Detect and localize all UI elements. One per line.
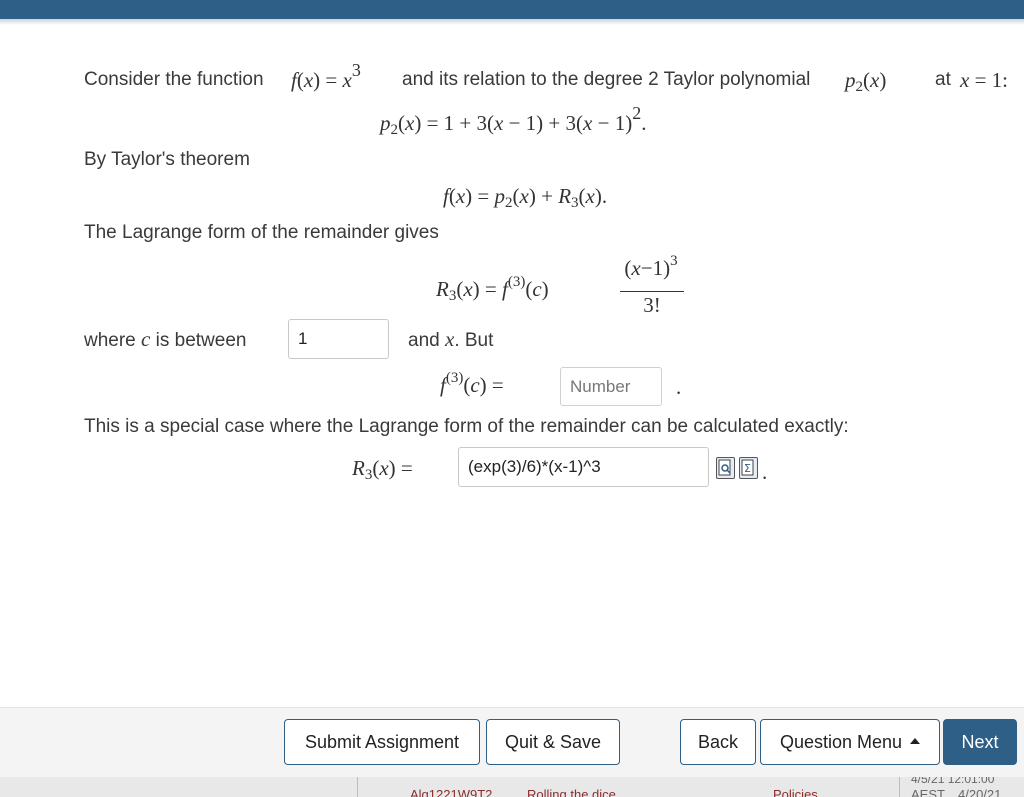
svg-text:Σ: Σ [744,462,751,475]
fraction-denominator: 3! [643,293,661,317]
question-menu-button[interactable]: Question Menu [760,719,940,765]
p2-symbol: p2(x) [845,68,887,95]
between-text: is between [155,330,247,351]
c-symbol: c [141,327,151,351]
background-table-strip: Alg1221W9T2 Rolling the dice Policies 4/… [0,777,1024,797]
p2-equation: p2(x) = 1 + 3(x − 1) + 3(x − 1)2. [380,103,647,138]
strip-item[interactable]: Rolling the dice [527,787,616,797]
special-case-text: This is a special case where the Lagrang… [84,416,849,437]
caret-up-icon [910,738,921,744]
at-point: x = 1: [960,68,1009,92]
submit-assignment-button[interactable]: Submit Assignment [284,719,480,765]
remainder-formula: R3(x) = f(3)(c) [436,274,549,304]
but-text: . But [454,330,494,351]
lagrange-text: The Lagrange form of the remainder gives [84,222,439,243]
sum-icon[interactable]: Σ [739,457,758,479]
x-symbol: x [444,327,455,351]
intro-line: Consider the function [84,68,264,92]
quit-save-button[interactable]: Quit & Save [486,719,620,765]
strip-item: AEST [911,787,945,797]
taylor-text: By Taylor's theorem [84,149,250,170]
f3-label: f(3)(c) = [440,370,504,397]
strip-item: 4/20/21 [958,787,1002,797]
at-text: at [935,69,951,90]
intro-prefix: Consider the function [84,69,264,90]
taylor-equation: f(x) = p2(x) + R3(x). [443,184,608,211]
function-definition: f(x) = x3 [291,60,361,92]
where-text: where [84,330,136,351]
f3-number-input[interactable]: Number [560,367,662,406]
strip-divider [899,777,900,797]
and-text: and [408,330,440,351]
strip-item[interactable]: Alg1221W9T2 [410,787,492,797]
strip-item: 4/5/21 12:01:00 [911,777,995,786]
preview-icon-glyph [718,459,731,476]
r3-period: . [762,460,768,484]
fraction-numerator: (x−1)3 [624,253,678,280]
question-menu-label: Question Menu [779,731,903,752]
preview-icon[interactable] [716,457,735,479]
f3-period: . [676,375,682,399]
strip-item[interactable]: Policies [773,787,818,797]
r3-label: R3(x) = [352,456,413,483]
back-button[interactable]: Back [680,719,756,765]
and-line: and x. But [408,327,493,353]
top-shade [0,19,1024,25]
sum-icon-glyph: Σ [741,459,754,476]
strip-divider [357,777,358,797]
next-button[interactable]: Next [943,719,1017,765]
top-bar [0,0,1024,19]
intro-mid: and its relation to the degree 2 Taylor … [402,69,811,90]
r3-answer-input[interactable]: (exp(3)/6)*(x-1)^3 [458,447,709,487]
fraction-line [620,291,684,292]
where-line: where c is between [84,327,246,353]
c-between-input[interactable]: 1 [288,319,389,359]
